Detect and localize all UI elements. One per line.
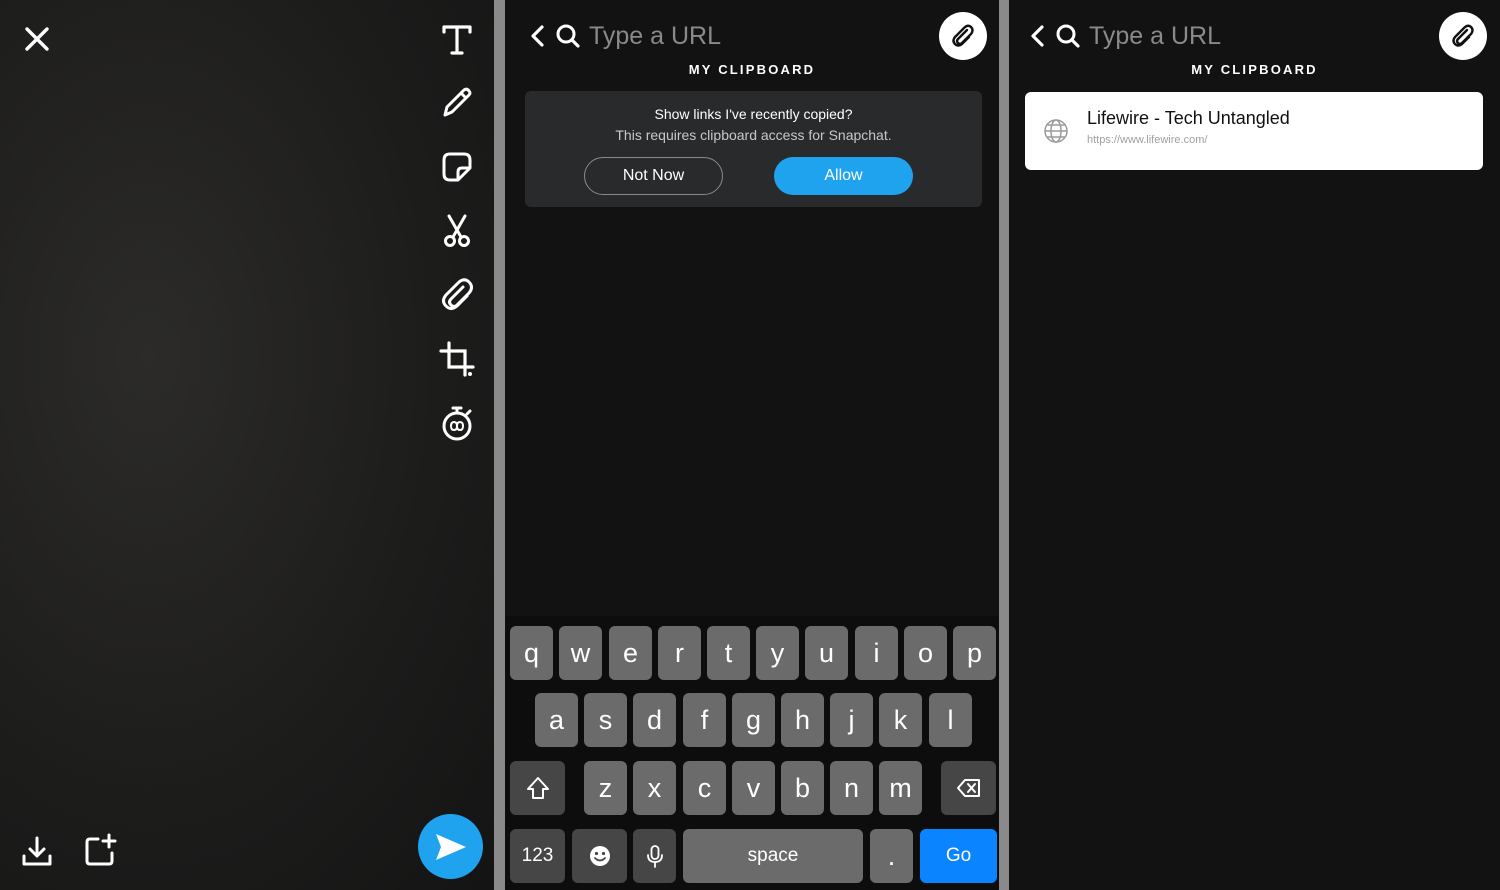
- key-f[interactable]: f: [683, 693, 726, 747]
- crop-icon[interactable]: [436, 338, 478, 380]
- key-j[interactable]: j: [830, 693, 873, 747]
- link-title: Lifewire - Tech Untangled: [1087, 108, 1290, 128]
- snap-editor-panel: [0, 0, 494, 890]
- search-icon: [555, 22, 581, 50]
- key-e[interactable]: e: [609, 626, 652, 680]
- emoji-icon: [589, 846, 610, 866]
- backspace-icon: [956, 779, 980, 797]
- download-icon[interactable]: [20, 834, 54, 868]
- microphone-key[interactable]: [633, 829, 676, 883]
- url-input[interactable]: [589, 18, 919, 54]
- key-t[interactable]: t: [707, 626, 750, 680]
- key-m[interactable]: m: [879, 761, 922, 815]
- attach-button[interactable]: [1439, 12, 1487, 60]
- close-icon[interactable]: [20, 22, 54, 56]
- clipboard-link-item[interactable]: Lifewire - Tech Untangled https://www.li…: [1025, 92, 1483, 170]
- search-icon: [1055, 22, 1081, 50]
- key-z[interactable]: z: [584, 761, 627, 815]
- paperclip-icon: [1452, 24, 1474, 47]
- paperclip-icon[interactable]: [436, 274, 478, 316]
- numbers-key[interactable]: 123: [510, 829, 565, 883]
- keyboard: q w e r t y u i o p a s d f g h j k l z …: [505, 616, 999, 890]
- section-title: MY CLIPBOARD: [688, 62, 816, 77]
- attach-url-panel: MY CLIPBOARD Show links I've recently co…: [505, 0, 999, 890]
- shift-icon: [526, 777, 549, 799]
- globe-icon: [1043, 118, 1069, 144]
- key-p[interactable]: p: [953, 626, 996, 680]
- key-w[interactable]: w: [559, 626, 602, 680]
- paperclip-icon: [952, 24, 974, 47]
- permission-question: Show links I've recently copied?: [654, 106, 853, 122]
- key-q[interactable]: q: [510, 626, 553, 680]
- key-l[interactable]: l: [929, 693, 972, 747]
- key-y[interactable]: y: [756, 626, 799, 680]
- key-n[interactable]: n: [830, 761, 873, 815]
- scissors-icon[interactable]: [436, 210, 478, 252]
- key-u[interactable]: u: [805, 626, 848, 680]
- key-o[interactable]: o: [904, 626, 947, 680]
- key-d[interactable]: d: [633, 693, 676, 747]
- microphone-icon: [646, 845, 663, 868]
- share-story-icon[interactable]: [82, 832, 118, 868]
- go-key[interactable]: Go: [920, 829, 997, 883]
- timer-icon[interactable]: [436, 402, 478, 444]
- send-arrow-icon: [436, 834, 466, 860]
- key-s[interactable]: s: [584, 693, 627, 747]
- key-h[interactable]: h: [781, 693, 824, 747]
- key-k[interactable]: k: [879, 693, 922, 747]
- key-c[interactable]: c: [683, 761, 726, 815]
- permission-subtext: This requires clipboard access for Snapc…: [615, 127, 892, 143]
- space-key[interactable]: space: [683, 829, 863, 883]
- link-url: https://www.lifewire.com/: [1087, 134, 1208, 146]
- shift-key[interactable]: [510, 761, 565, 815]
- key-v[interactable]: v: [732, 761, 775, 815]
- sticker-icon[interactable]: [436, 146, 478, 188]
- pen-icon[interactable]: [436, 82, 478, 124]
- key-b[interactable]: b: [781, 761, 824, 815]
- key-g[interactable]: g: [732, 693, 775, 747]
- section-title: MY CLIPBOARD: [1191, 62, 1318, 77]
- not-now-button[interactable]: Not Now: [584, 157, 723, 195]
- allow-button[interactable]: Allow: [774, 157, 913, 195]
- text-tool-icon[interactable]: [436, 18, 478, 60]
- back-icon[interactable]: [527, 22, 549, 50]
- attach-button[interactable]: [939, 12, 987, 60]
- url-input[interactable]: [1089, 18, 1419, 54]
- emoji-key[interactable]: [572, 829, 627, 883]
- send-button[interactable]: [418, 814, 483, 879]
- key-a[interactable]: a: [535, 693, 578, 747]
- key-r[interactable]: r: [658, 626, 701, 680]
- back-icon[interactable]: [1027, 22, 1049, 50]
- backspace-key[interactable]: [941, 761, 996, 815]
- key-i[interactable]: i: [855, 626, 898, 680]
- period-key[interactable]: .: [870, 829, 913, 883]
- clipboard-permission-card: Show links I've recently copied? This re…: [525, 91, 982, 207]
- key-x[interactable]: x: [633, 761, 676, 815]
- clipboard-results-panel: MY CLIPBOARD Lifewire - Tech Untangled h…: [1009, 0, 1500, 890]
